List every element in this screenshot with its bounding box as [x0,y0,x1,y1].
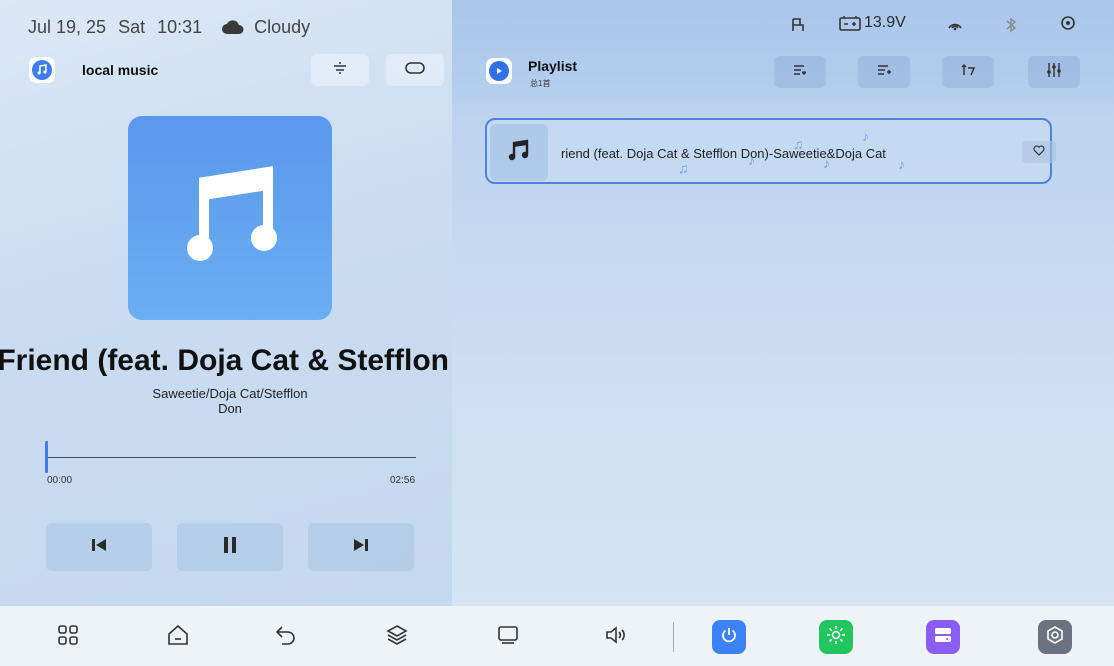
layers-button[interactable] [380,620,414,654]
repeat-button[interactable] [386,54,444,86]
apps-grid-icon [57,624,79,651]
progress-track[interactable] [46,457,416,458]
bottom-dock [0,606,1114,666]
power-icon [720,626,738,649]
back-button[interactable] [269,620,303,654]
volume-icon [604,624,628,651]
heart-icon [1033,143,1045,161]
favorites-button[interactable] [774,56,826,88]
duration-time: 02:56 [390,475,416,486]
floating-note-icon: ♫ [678,160,689,176]
status-day: Sat [118,17,146,37]
status-bar-left: Jul 19, 25 Sat 10:31 Cloudy [28,17,310,38]
settings-icon [1045,625,1065,650]
voltage-text: 13.9V [864,14,906,31]
dock-divider [673,622,674,652]
cloud-icon [222,19,244,35]
power-button[interactable] [712,620,746,654]
add-to-list-button[interactable] [858,56,910,88]
album-art [128,116,332,320]
playlist-count: 总1首 [530,79,551,88]
status-date: Jul 19, 25 [28,17,107,37]
home-button[interactable] [161,620,195,654]
equalizer-button[interactable] [1028,56,1080,88]
floating-note-icon: ♪ [748,152,755,168]
pause-icon [222,536,238,559]
status-time: 10:31 [157,17,203,37]
screen-icon [496,624,520,651]
next-icon [352,537,370,558]
next-button[interactable] [308,523,414,571]
home-icon [166,624,190,651]
elapsed-time: 00:00 [47,475,73,486]
screen-button[interactable] [491,620,525,654]
sort-button[interactable] [942,56,994,88]
favorite-button[interactable] [1022,141,1056,163]
playlist-item-icon [490,124,548,181]
music-note-icon [182,160,278,277]
seat-icon [789,16,807,34]
brightness-button[interactable] [819,620,853,654]
add-list-icon [876,63,892,82]
storage-button[interactable] [926,620,960,654]
repeat-loop-icon [404,61,426,80]
location-icon [1060,15,1076,33]
menu-lines-icon [332,61,348,80]
playlist-item-label: riend (feat. Doja Cat & Stefflon Don)-Sa… [561,146,886,161]
song-title: t Friend (feat. Doja Cat & Stefflon [0,344,450,377]
song-artist: Saweetie/Doja Cat/Stefflon Don [152,386,308,416]
previous-button[interactable] [46,523,152,571]
playlist-title: Playlist [528,58,578,74]
pause-button[interactable] [177,523,283,571]
floating-note-icon: ♪ [862,128,869,144]
floating-note-icon: ♪ [898,156,905,172]
playlist-app-icon [486,58,512,84]
floating-note-icon: ♫ [793,136,804,152]
equalizer-icon [1046,62,1062,83]
favorite-list-icon [792,63,808,82]
previous-icon [90,537,108,558]
menu-button[interactable] [311,54,369,86]
local-music-app-icon [29,57,55,83]
sort-icon [960,63,976,82]
layers-icon [385,624,409,651]
brightness-icon [826,625,846,650]
status-weather: Cloudy [254,17,311,37]
volume-button[interactable] [599,620,633,654]
bluetooth-icon [1004,16,1018,34]
storage-icon [933,626,953,649]
battery-icon: 13.9V [838,14,906,32]
floating-note-icon: ♪ [823,155,830,171]
settings-button[interactable] [1038,620,1072,654]
progress-knob[interactable] [45,441,48,473]
apps-button[interactable] [51,620,85,654]
local-music-title: local music [82,62,159,78]
signal-icon [946,16,964,34]
back-icon [274,624,298,651]
music-note-icon [508,138,530,167]
